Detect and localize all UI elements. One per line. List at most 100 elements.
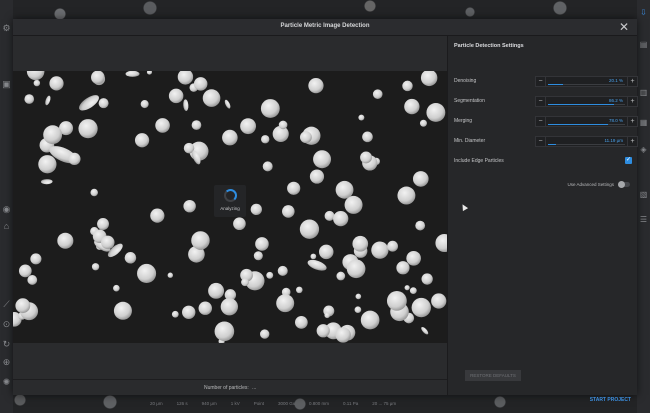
particle: [421, 327, 429, 335]
particle: [282, 205, 295, 218]
home-icon[interactable]: ⌂: [2, 222, 11, 231]
increase-button[interactable]: +: [627, 117, 637, 126]
min-diameter-row: Min. Diameter − 11.19 μm +: [454, 136, 638, 147]
status-item: 20 ... 75 μm: [372, 401, 397, 406]
decrease-button[interactable]: −: [536, 97, 546, 106]
particle: [208, 282, 225, 299]
camera-icon[interactable]: ◉: [2, 205, 11, 214]
min-diameter-stepper[interactable]: − 11.19 μm +: [535, 136, 638, 147]
particle: [411, 297, 431, 318]
particle: [386, 290, 407, 311]
decrease-button[interactable]: −: [536, 77, 546, 86]
zoom-icon[interactable]: ⊕: [2, 358, 11, 367]
settings-panel: Particle Detection Settings Denoising − …: [447, 36, 638, 403]
measure-icon[interactable]: ⟋: [2, 300, 11, 309]
particle: [371, 241, 389, 259]
particle: [124, 252, 137, 264]
denoising-value: 20.1 %: [608, 78, 623, 83]
particle: [240, 118, 257, 135]
layers-icon[interactable]: ▣: [2, 80, 11, 89]
particle: [354, 306, 362, 314]
segmentation-slider[interactable]: [548, 104, 625, 105]
particle: [397, 186, 416, 205]
analyzing-overlay: Analyzing: [214, 185, 246, 217]
merging-slider[interactable]: [548, 124, 625, 125]
particle: [98, 98, 109, 109]
sample-image[interactable]: Analyzing: [13, 71, 447, 343]
particle: [18, 264, 32, 278]
min-diameter-value: 11.19 μm: [604, 138, 623, 143]
advanced-settings-row: Use Advanced Settings: [454, 180, 634, 190]
download-icon[interactable]: ⇩: [639, 8, 648, 17]
particle-count-label: Number of particles:: [204, 385, 249, 391]
particle: [30, 253, 42, 265]
increase-button[interactable]: +: [627, 77, 637, 86]
panel-icon[interactable]: ▥: [639, 88, 648, 97]
particle: [324, 210, 335, 221]
particle: [309, 169, 325, 184]
particle: [396, 261, 410, 275]
particle: [49, 76, 64, 91]
particle: [316, 324, 330, 338]
start-project-button[interactable]: START PROJECT: [590, 397, 631, 403]
segmentation-label: Segmentation: [454, 98, 485, 104]
merging-value: 78.0 %: [608, 118, 623, 123]
particle: [183, 99, 189, 112]
particle: [220, 298, 238, 316]
list-icon[interactable]: ☰: [639, 215, 648, 224]
segmentation-value: 86.2 %: [608, 98, 623, 103]
particle: [307, 259, 327, 271]
increase-button[interactable]: +: [627, 97, 637, 106]
rotate-icon[interactable]: ↻: [2, 340, 11, 349]
particle: [358, 114, 365, 121]
image-icon[interactable]: ▤: [639, 40, 648, 49]
settings-icon[interactable]: ⚙: [2, 24, 11, 33]
denoising-stepper[interactable]: − 20.1 % +: [535, 76, 638, 87]
min-diameter-slider[interactable]: [548, 144, 625, 145]
particle: [182, 305, 196, 319]
brightness-icon[interactable]: ✺: [2, 378, 11, 387]
particle: [415, 220, 426, 231]
particle: [155, 118, 170, 133]
particle: [253, 251, 263, 261]
denoising-slider[interactable]: [548, 84, 625, 85]
particle: [171, 310, 179, 318]
particle: [90, 188, 98, 197]
include-edge-checkbox[interactable]: ✓: [625, 157, 632, 164]
particle: [113, 284, 120, 292]
close-icon[interactable]: ✕: [617, 20, 631, 34]
particle: [261, 135, 270, 144]
particle: [431, 293, 447, 309]
stack-icon[interactable]: ◈: [639, 145, 648, 154]
particle-count-value: ...: [252, 385, 257, 391]
pin-icon[interactable]: ⊙: [2, 320, 11, 329]
particle: [224, 99, 231, 109]
increase-button[interactable]: +: [627, 137, 637, 146]
particle: [167, 272, 173, 278]
decrease-button[interactable]: −: [536, 137, 546, 146]
denoising-label: Denoising: [454, 78, 477, 84]
decrease-button[interactable]: −: [536, 117, 546, 126]
merging-stepper[interactable]: − 78.0 % +: [535, 116, 638, 127]
grid-icon[interactable]: ▦: [639, 118, 648, 127]
status-item: 940 μm: [201, 401, 217, 406]
particle: [191, 231, 210, 250]
restore-defaults-button[interactable]: RESTORE DEFAULTS: [465, 370, 521, 381]
status-item: 0.800 mm: [309, 401, 330, 406]
particle: [27, 275, 38, 285]
particle: [202, 89, 221, 107]
advanced-settings-toggle[interactable]: [618, 181, 630, 188]
particle: [262, 161, 273, 172]
status-item: 3000 Gx: [278, 401, 296, 406]
toggle-knob: [618, 181, 625, 188]
particle: [287, 181, 301, 195]
particle: [101, 235, 115, 250]
status-item: 20 μm: [150, 401, 163, 406]
particle: [402, 80, 413, 92]
spinner-icon: [224, 189, 237, 202]
particle: [191, 120, 202, 130]
chart-icon[interactable]: ▧: [639, 190, 648, 199]
segmentation-stepper[interactable]: − 86.2 % +: [535, 96, 638, 107]
particle: [346, 259, 366, 279]
particle: [372, 89, 383, 99]
